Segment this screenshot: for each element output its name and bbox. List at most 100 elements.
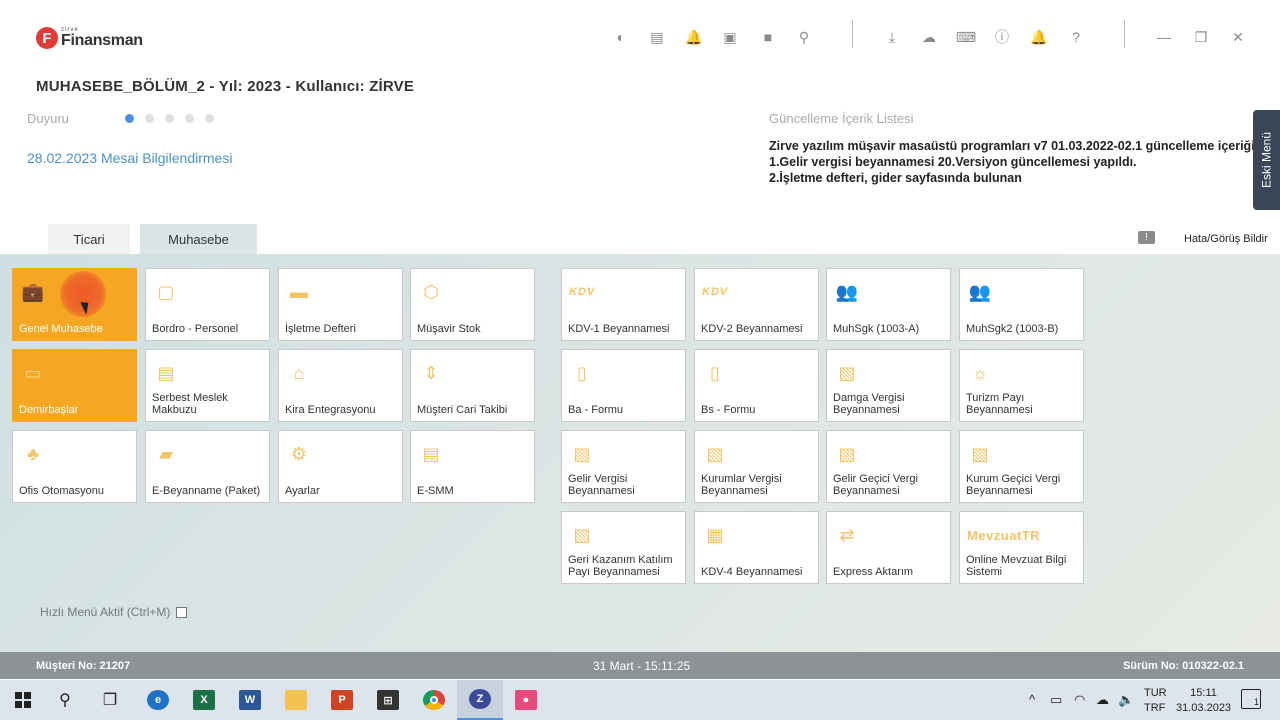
users-icon: 👥 bbox=[968, 281, 992, 302]
module-tile[interactable]: ⇕ Müşteri Cari Takibi bbox=[410, 349, 535, 422]
taskbar-store[interactable]: ⊞ bbox=[365, 680, 411, 720]
bookmark-book-icon[interactable]: ■ bbox=[759, 28, 777, 46]
tray-network-icon[interactable]: ☁ bbox=[1096, 692, 1109, 708]
carousel-dot[interactable] bbox=[145, 114, 154, 123]
module-tile[interactable]: ▧ Gelir Vergisi Beyannamesi bbox=[561, 430, 686, 503]
feedback-icon[interactable]: ! bbox=[1138, 231, 1155, 244]
module-tile-label: Online Mevzuat Bilgi Sistemi bbox=[966, 554, 1067, 578]
sun-icon: ☼ bbox=[971, 362, 989, 383]
old-menu-tab[interactable]: Eski Menü bbox=[1253, 110, 1280, 210]
mevzuat-logo-icon: MevzuatTR bbox=[967, 522, 1040, 548]
users-icon: 👥 bbox=[835, 281, 859, 302]
wallet-icon[interactable]: ▤ bbox=[648, 28, 666, 46]
taskbar-excel[interactable]: X bbox=[181, 680, 227, 720]
module-tile-label: Ayarlar bbox=[285, 485, 320, 497]
module-tile-label: E-SMM bbox=[417, 485, 454, 497]
carousel-dot[interactable] bbox=[205, 114, 214, 123]
minimize-icon[interactable]: — bbox=[1155, 28, 1173, 46]
click-highlight bbox=[60, 271, 106, 317]
chrome-icon bbox=[423, 690, 445, 710]
module-tile[interactable]: ▧ Gelir Geçici Vergi Beyannamesi bbox=[826, 430, 951, 503]
taskbar-edge[interactable]: e bbox=[135, 680, 181, 720]
module-tile[interactable]: 👥 MuhSgk (1003-A) bbox=[826, 268, 951, 341]
module-tile[interactable]: ☼ Turizm Payı Beyannamesi bbox=[959, 349, 1084, 422]
module-tile[interactable]: ▧ Kurum Geçici Vergi Beyannamesi bbox=[959, 430, 1084, 503]
tray-expand-icon[interactable]: ^ bbox=[1029, 692, 1035, 707]
doc-upload-icon: ▧ bbox=[971, 443, 989, 464]
house-icon: ⌂ bbox=[293, 362, 305, 383]
tray-volume-icon[interactable]: 🔈 bbox=[1118, 692, 1134, 708]
module-tile[interactable]: ▢ Bordro - Personel bbox=[145, 268, 270, 341]
module-tile-label: KDV-4 Beyannamesi bbox=[701, 566, 803, 578]
module-tile[interactable]: ♣ Ofis Otomasyonu bbox=[12, 430, 137, 503]
search-button[interactable]: ⚲ bbox=[42, 680, 88, 720]
module-tile[interactable]: ▯ Ba - Formu bbox=[561, 349, 686, 422]
module-tile[interactable]: MevzuatTR Online Mevzuat Bilgi Sistemi bbox=[959, 511, 1084, 584]
carousel-dot[interactable] bbox=[125, 114, 134, 123]
module-tile[interactable]: ⬡ Müşavir Stok bbox=[410, 268, 535, 341]
module-tile[interactable]: ⇄ Express Aktarım bbox=[826, 511, 951, 584]
info-icon[interactable]: ⓘ bbox=[993, 28, 1011, 46]
module-tile[interactable]: ▭ Demirbaşlar bbox=[12, 349, 137, 422]
download-icon[interactable]: ⤓ bbox=[883, 28, 901, 46]
module-tile[interactable]: ▯ Bs - Formu bbox=[694, 349, 819, 422]
quick-menu-toggle[interactable]: Hızlı Menü Aktif (Ctrl+M) bbox=[40, 605, 188, 619]
module-tile[interactable]: KDV KDV-2 Beyannamesi bbox=[694, 268, 819, 341]
announcement-link[interactable]: 28.02.2023 Mesai Bilgilendirmesi bbox=[27, 150, 232, 166]
module-tile[interactable]: KDV KDV-1 Beyannamesi bbox=[561, 268, 686, 341]
book-icon: ▬ bbox=[290, 281, 308, 302]
module-tile[interactable]: ▬ İşletme Defteri bbox=[278, 268, 403, 341]
module-tile[interactable]: ▧ Geri Kazanım Katılım Payı Beyannamesi bbox=[561, 511, 686, 584]
help-icon[interactable]: ? bbox=[1067, 28, 1085, 46]
task-view-button[interactable]: ❐ bbox=[87, 680, 133, 720]
quick-menu-label: Hızlı Menü Aktif (Ctrl+M) bbox=[40, 605, 171, 619]
taskbar-powerpoint[interactable]: P bbox=[319, 680, 365, 720]
cloud-upload-icon[interactable]: ☁ bbox=[920, 28, 938, 46]
carousel-dot[interactable] bbox=[165, 114, 174, 123]
module-tile[interactable]: ▧ Damga Vergisi Beyannamesi bbox=[826, 349, 951, 422]
notification-bell-icon[interactable]: 🔔 bbox=[1030, 28, 1048, 46]
module-tile-label: Turizm Payı Beyannamesi bbox=[966, 392, 1033, 416]
org-chart-icon: ♣ bbox=[27, 443, 39, 464]
module-tile[interactable]: ⚙ Ayarlar bbox=[278, 430, 403, 503]
taskbar-recorder[interactable]: ● bbox=[503, 680, 549, 720]
tab-muhasebe[interactable]: Muhasebe bbox=[140, 224, 257, 255]
module-tile-label: Kurum Geçici Vergi Beyannamesi bbox=[966, 473, 1061, 497]
tray-wifi-icon[interactable]: ◠ bbox=[1074, 692, 1085, 708]
close-icon[interactable]: ✕ bbox=[1229, 28, 1247, 46]
location-pin-icon[interactable]: ⚲ bbox=[795, 28, 813, 46]
module-tile-label: KDV-1 Beyannamesi bbox=[568, 323, 670, 335]
module-tile[interactable]: ▧ Kurumlar Vergisi Beyannamesi bbox=[694, 430, 819, 503]
taskbar-explorer[interactable] bbox=[273, 680, 319, 720]
theme-toggle-icon[interactable]: ◐ bbox=[612, 28, 630, 46]
recorder-icon: ● bbox=[515, 690, 537, 710]
module-tile[interactable]: ▤ Serbest Meslek Makbuzu bbox=[145, 349, 270, 422]
logo-mark: F bbox=[36, 27, 58, 49]
start-button[interactable] bbox=[0, 680, 46, 720]
module-tile[interactable]: ▤ E-SMM bbox=[410, 430, 535, 503]
app-logo: F zirve Finansman bbox=[36, 24, 143, 52]
module-tile-label: Kurumlar Vergisi Beyannamesi bbox=[701, 473, 782, 497]
module-tile[interactable]: ⌂ Kira Entegrasyonu bbox=[278, 349, 403, 422]
module-tile[interactable]: ▰ E-Beyanname (Paket) bbox=[145, 430, 270, 503]
zirve-app-icon: Z bbox=[469, 689, 491, 709]
tray-battery-icon[interactable]: ▭ bbox=[1050, 692, 1062, 708]
taskbar-word[interactable]: W bbox=[227, 680, 273, 720]
keyboard-icon[interactable]: ⌨ bbox=[956, 28, 976, 46]
bell-icon[interactable]: 🔔 bbox=[685, 28, 703, 46]
carousel-dot[interactable] bbox=[185, 114, 194, 123]
system-clock[interactable]: 15:11 31.03.2023 bbox=[1176, 686, 1231, 716]
module-tile[interactable]: 👥 MuhSgk2 (1003-B) bbox=[959, 268, 1084, 341]
taskbar-chrome[interactable] bbox=[411, 680, 457, 720]
taskbar-zirve[interactable]: Z bbox=[457, 680, 503, 720]
restore-icon[interactable]: ❐ bbox=[1192, 28, 1210, 46]
status-bar: Müşteri No: 21207 31 Mart - 15:11:25 Sür… bbox=[0, 652, 1280, 679]
tab-ticari[interactable]: Ticari bbox=[48, 224, 130, 255]
module-tile[interactable]: ▦ KDV-4 Beyannamesi bbox=[694, 511, 819, 584]
action-center-icon[interactable]: 1 bbox=[1241, 689, 1261, 709]
input-language[interactable]: TUR TRF bbox=[1144, 686, 1167, 716]
money-icon[interactable]: ▣ bbox=[721, 28, 739, 46]
report-bug-link[interactable]: Hata/Görüş Bildir bbox=[1184, 233, 1268, 245]
gear-icon: ⚙ bbox=[290, 443, 308, 464]
quick-menu-checkbox[interactable] bbox=[176, 606, 188, 618]
